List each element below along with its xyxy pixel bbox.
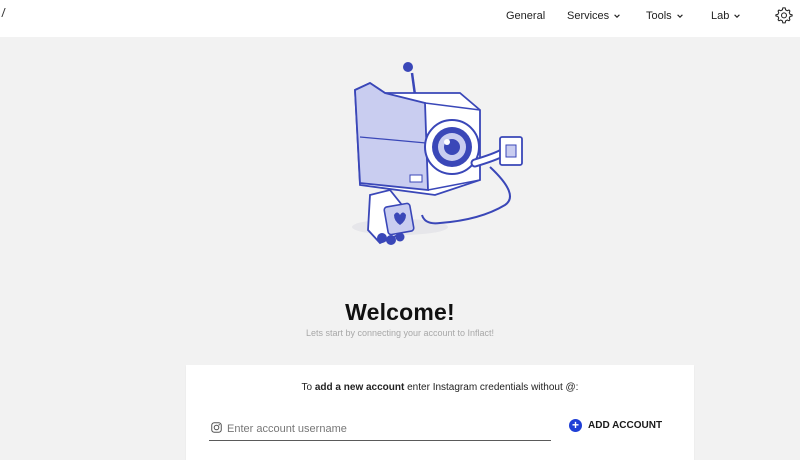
nav-general[interactable]: General	[506, 0, 545, 32]
nav-lab-label: Lab	[711, 10, 730, 22]
add-account-label: ADD ACCOUNT	[588, 419, 663, 431]
instructions-text: To add a new account enter Instagram cre…	[186, 382, 694, 393]
add-account-card: To add a new account enter Instagram cre…	[186, 365, 694, 460]
chevron-down-icon	[614, 14, 620, 18]
instagram-icon	[211, 422, 222, 433]
instructions-prefix: To	[301, 382, 315, 393]
plus-circle-icon: +	[569, 418, 582, 432]
chevron-down-icon	[676, 14, 683, 18]
add-account-button[interactable]: + ADD ACCOUNT	[569, 416, 662, 434]
robot-camera-illustration	[352, 62, 523, 245]
username-field[interactable]	[209, 418, 551, 441]
gear-icon[interactable]	[775, 6, 793, 24]
nav-services[interactable]: Services	[567, 0, 621, 32]
page-title: Welcome!	[345, 299, 455, 325]
nav-tools-label: Tools	[646, 10, 672, 22]
nav-services-label: Services	[567, 10, 610, 22]
nav-general-label: General	[506, 10, 546, 22]
chevron-down-icon	[734, 14, 741, 18]
menu-edge-icon[interactable]	[0, 8, 6, 17]
username-input[interactable]	[225, 419, 549, 439]
page-subtitle: Lets start by connecting your account to…	[305, 328, 495, 338]
nav-tools[interactable]: Tools	[646, 0, 684, 32]
instructions-bold: add a new account	[314, 382, 405, 393]
nav-lab[interactable]: Lab	[711, 0, 741, 32]
instructions-suffix: enter Instagram credentials without @:	[404, 382, 579, 393]
top-navigation-bar: General Services Tools Lab	[0, 0, 800, 37]
